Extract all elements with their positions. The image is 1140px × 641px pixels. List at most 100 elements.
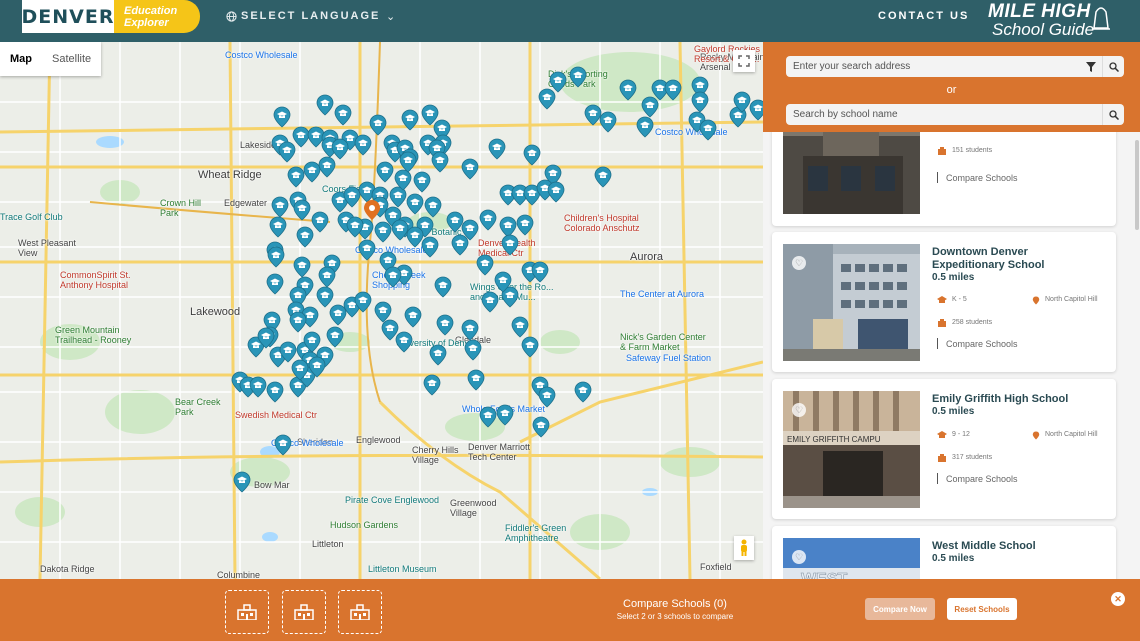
school-marker[interactable]: [413, 171, 431, 193]
school-marker[interactable]: [599, 111, 617, 133]
school-marker[interactable]: [429, 344, 447, 366]
school-marker[interactable]: [436, 314, 454, 336]
filter-button[interactable]: [1080, 56, 1102, 77]
school-marker[interactable]: [664, 79, 682, 101]
school-map[interactable]: Wheat Ridge Edgewater West Pleasant View…: [0, 42, 763, 579]
school-marker[interactable]: [404, 306, 422, 328]
school-marker[interactable]: [354, 134, 372, 156]
favorite-heart-icon[interactable]: ♡: [792, 550, 806, 564]
school-marker[interactable]: [401, 109, 419, 131]
school-card-downtown-denver-expeditionary[interactable]: ♡ Downtown Denver Expeditionary School 0…: [772, 232, 1116, 372]
school-name-search-input[interactable]: Search by school name: [786, 104, 1124, 125]
school-marker[interactable]: [461, 319, 479, 341]
school-card-west-middle[interactable]: WEST ♡ West Middle School 0.5 miles: [772, 526, 1116, 579]
school-marker[interactable]: [374, 301, 392, 323]
school-marker[interactable]: [334, 104, 352, 126]
school-marker[interactable]: [381, 319, 399, 341]
school-marker[interactable]: [476, 254, 494, 276]
reset-schools-button[interactable]: Reset Schools: [947, 598, 1017, 620]
school-search-button[interactable]: [1102, 104, 1124, 125]
school-marker[interactable]: [594, 166, 612, 188]
select-language-button[interactable]: SELECT LANGUAGE: [226, 10, 380, 22]
school-marker[interactable]: [329, 304, 347, 326]
tab-satellite[interactable]: Satellite: [42, 42, 101, 76]
school-marker[interactable]: [511, 316, 529, 338]
school-marker[interactable]: [296, 226, 314, 248]
school-marker[interactable]: [406, 193, 424, 215]
school-marker[interactable]: [307, 126, 325, 148]
school-marker[interactable]: [434, 276, 452, 298]
school-marker[interactable]: [749, 99, 763, 121]
compare-checkbox-row[interactable]: Compare Schools: [937, 473, 1018, 484]
school-marker[interactable]: [501, 234, 519, 256]
school-marker[interactable]: [636, 116, 654, 138]
school-name[interactable]: West Middle School: [932, 540, 1112, 553]
school-marker[interactable]: [273, 106, 291, 128]
school-marker[interactable]: [374, 221, 392, 243]
compare-now-button[interactable]: Compare Now: [865, 598, 935, 620]
mile-high-school-guide-logo[interactable]: MILE HIGH School Guide: [988, 2, 1128, 40]
school-marker[interactable]: [267, 246, 285, 268]
address-search-input[interactable]: Enter your search address: [786, 56, 1124, 77]
results-scrollbar[interactable]: [1135, 140, 1139, 230]
school-marker[interactable]: [619, 79, 637, 101]
tab-map[interactable]: Map: [0, 42, 42, 76]
school-marker[interactable]: [431, 151, 449, 173]
school-marker[interactable]: [496, 404, 514, 426]
school-marker[interactable]: [481, 291, 499, 313]
school-name[interactable]: Downtown Denver Expeditionary School: [932, 246, 1102, 272]
school-marker[interactable]: [406, 226, 424, 248]
compare-slot-2[interactable]: [282, 590, 326, 634]
school-marker[interactable]: [287, 166, 305, 188]
school-marker[interactable]: [369, 114, 387, 136]
school-marker[interactable]: [278, 141, 296, 163]
school-marker[interactable]: [479, 209, 497, 231]
school-marker[interactable]: [384, 266, 402, 288]
school-marker[interactable]: [266, 381, 284, 403]
school-marker[interactable]: [532, 416, 550, 438]
school-marker[interactable]: [549, 71, 567, 93]
school-marker[interactable]: [271, 196, 289, 218]
school-marker[interactable]: [289, 311, 307, 333]
school-marker[interactable]: [423, 374, 441, 396]
school-marker[interactable]: [691, 91, 709, 113]
school-marker[interactable]: [467, 369, 485, 391]
school-marker[interactable]: [318, 266, 336, 288]
chevron-down-icon[interactable]: ⌄: [386, 10, 395, 23]
school-marker[interactable]: [311, 211, 329, 233]
school-marker[interactable]: [303, 161, 321, 183]
compare-slot-3[interactable]: [338, 590, 382, 634]
school-marker[interactable]: [326, 326, 344, 348]
school-marker[interactable]: [293, 199, 311, 221]
school-marker[interactable]: [499, 216, 517, 238]
school-marker[interactable]: [531, 261, 549, 283]
denver-education-explorer-logo[interactable]: DENVER Education Explorer: [22, 0, 200, 33]
school-marker[interactable]: [516, 214, 534, 236]
contact-us-link[interactable]: CONTACT US: [878, 10, 969, 22]
school-marker[interactable]: [641, 96, 659, 118]
school-marker[interactable]: [274, 434, 292, 456]
school-marker[interactable]: [266, 273, 284, 295]
school-marker[interactable]: [316, 286, 334, 308]
school-marker[interactable]: [461, 158, 479, 180]
street-view-pegman-button[interactable]: [734, 536, 754, 560]
school-marker[interactable]: [699, 119, 717, 141]
school-marker[interactable]: [451, 234, 469, 256]
school-marker[interactable]: [488, 138, 506, 160]
school-marker[interactable]: [446, 211, 464, 233]
school-marker[interactable]: [249, 376, 267, 398]
school-marker[interactable]: [395, 331, 413, 353]
school-marker[interactable]: [569, 66, 587, 88]
school-marker[interactable]: [358, 239, 376, 261]
school-marker[interactable]: [479, 406, 497, 428]
school-marker[interactable]: [421, 104, 439, 126]
favorite-heart-icon[interactable]: ♡: [792, 256, 806, 270]
school-markers-layer[interactable]: [0, 42, 763, 579]
school-marker[interactable]: [331, 138, 349, 160]
school-marker[interactable]: [424, 196, 442, 218]
favorite-heart-icon[interactable]: ♡: [792, 403, 806, 417]
school-marker[interactable]: [523, 144, 541, 166]
school-marker[interactable]: [376, 161, 394, 183]
school-marker[interactable]: [233, 471, 251, 493]
school-marker[interactable]: [547, 181, 565, 203]
